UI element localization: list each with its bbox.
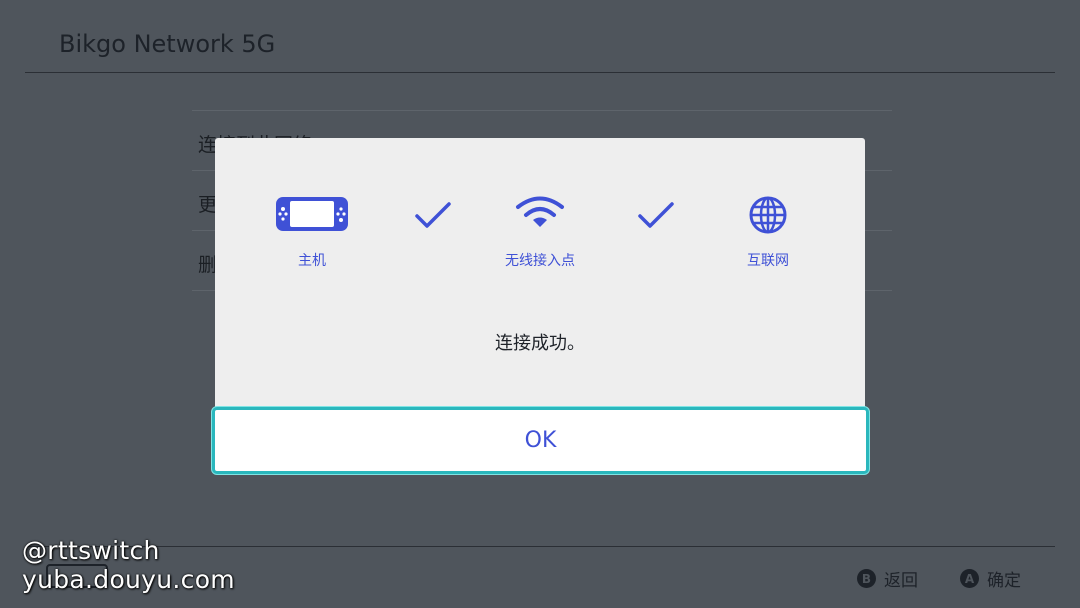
page-title: Bikgo Network 5G: [59, 30, 276, 58]
check-icon: [415, 202, 451, 228]
b-button-icon: B: [857, 569, 876, 588]
a-button-icon: A: [960, 569, 979, 588]
watermark-site: yuba.douyu.com: [22, 565, 235, 594]
ok-button[interactable]: OK: [212, 407, 869, 474]
step-label-console: 主机: [298, 253, 326, 269]
footer-divider: [25, 546, 1055, 547]
confirm-label: 确定: [987, 571, 1021, 591]
globe-icon: [749, 196, 787, 234]
step-label-access-point: 无线接入点: [505, 253, 575, 269]
back-label: 返回: [884, 571, 918, 591]
confirm-hint[interactable]: A 确定: [960, 566, 1021, 591]
console-icon: [276, 197, 348, 231]
watermark-handle: @rttswitch: [22, 536, 160, 565]
check-icon: [638, 202, 674, 228]
wifi-icon: [516, 196, 564, 227]
back-hint[interactable]: B 返回: [857, 566, 918, 591]
step-label-internet: 互联网: [747, 253, 789, 269]
menu-divider: [192, 110, 892, 111]
status-message: 连接成功。: [495, 333, 585, 354]
header-divider: [25, 72, 1055, 73]
